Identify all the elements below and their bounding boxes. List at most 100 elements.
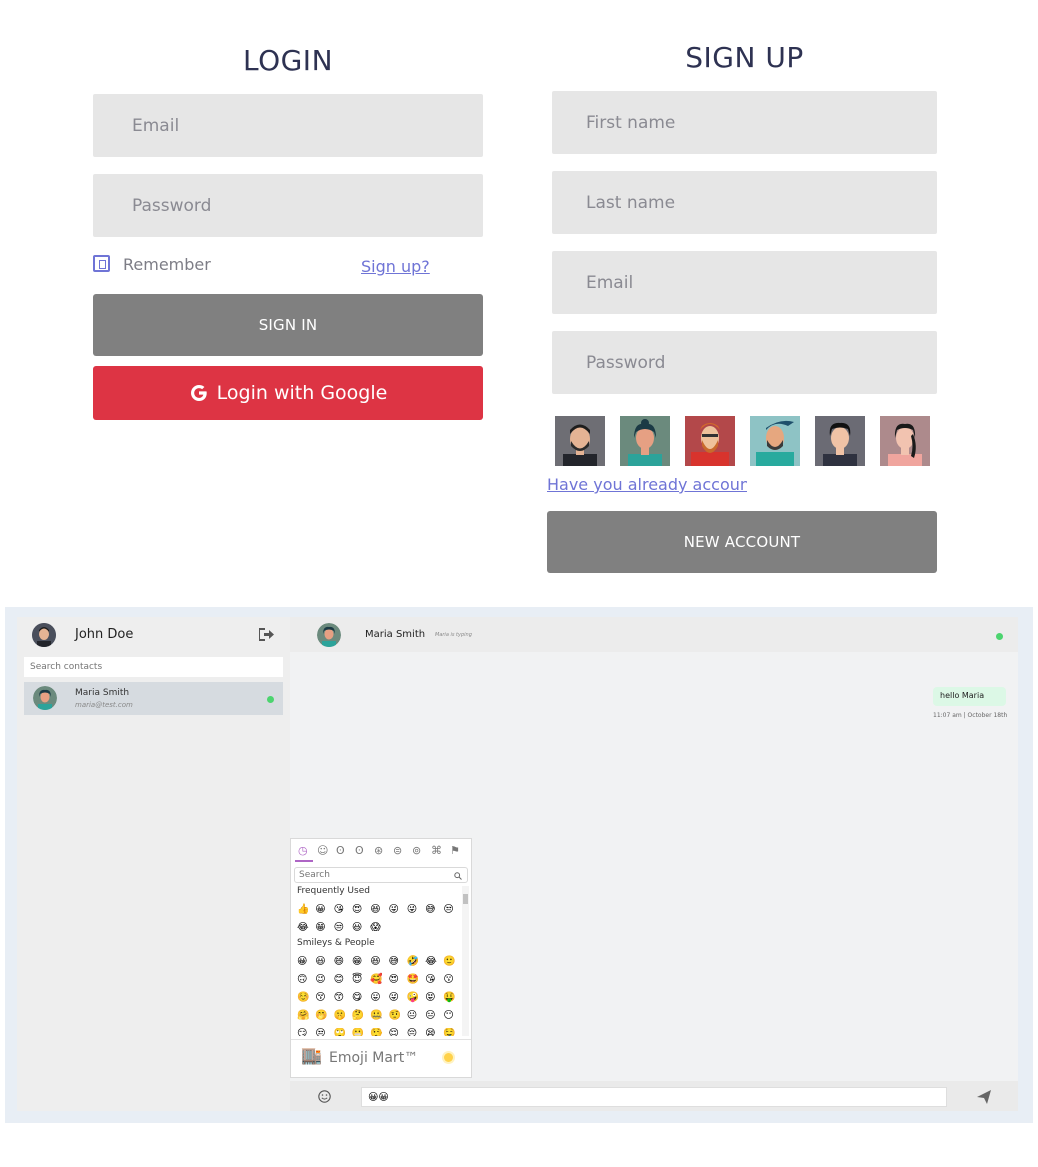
smiley-emoji[interactable]: 🤐 — [370, 1010, 382, 1022]
frequent-emoji[interactable]: 😒 — [334, 922, 344, 934]
activity-icon[interactable]: ⊛ — [374, 844, 383, 857]
avatar-option-2[interactable] — [620, 416, 670, 466]
smiley-emoji[interactable]: 😆 — [370, 956, 380, 968]
smiley-emoji[interactable]: 😁 — [352, 956, 362, 968]
smiley-emoji[interactable]: 🤔 — [352, 1010, 364, 1022]
frequent-emoji[interactable]: 😘 — [334, 904, 344, 916]
avatar-option-4[interactable] — [750, 416, 800, 466]
emoji-category-bar: ◷ ☺ ʘ ʘ ⊛ ⊜ ⊚ ⌘ ⚑ — [291, 843, 471, 861]
symbols-icon[interactable]: ⌘ — [431, 844, 442, 857]
smiley-emoji[interactable]: 😬 — [352, 1028, 364, 1036]
smiley-emoji[interactable]: 😗 — [443, 974, 453, 986]
smiley-emoji[interactable]: 😇 — [352, 974, 362, 986]
signup-password-input[interactable] — [552, 331, 937, 394]
frequent-emoji[interactable]: 😆 — [370, 904, 380, 916]
frequent-emoji[interactable]: 😃 — [352, 922, 362, 934]
smiley-emoji[interactable]: 🤥 — [370, 1028, 382, 1036]
smiley-emoji[interactable]: 😔 — [407, 1028, 417, 1036]
emoji-search-input[interactable] — [294, 867, 468, 883]
skin-tone-icon[interactable] — [444, 1053, 453, 1062]
frequent-emoji[interactable]: 😁 — [315, 922, 325, 934]
smiley-emoji[interactable]: 😀 — [297, 956, 307, 968]
emoji-scrollbar[interactable] — [462, 886, 469, 1036]
smiley-emoji[interactable]: 😜 — [389, 992, 399, 1004]
smiley-emoji[interactable]: 🙃 — [297, 974, 307, 986]
smiley-emoji[interactable]: 😝 — [425, 992, 435, 1004]
smiley-emoji[interactable]: 🤩 — [407, 974, 419, 986]
contact-item[interactable]: Maria Smith maria@test.com — [24, 682, 283, 715]
smiley-emoji[interactable]: 😛 — [370, 992, 380, 1004]
signin-button[interactable]: SIGN IN — [93, 294, 483, 356]
smiley-emoji[interactable]: 😃 — [315, 956, 325, 968]
emoji-scrollbar-thumb[interactable] — [463, 894, 468, 904]
smiley-emoji[interactable]: 😙 — [334, 992, 344, 1004]
smiley-emoji[interactable]: 😒 — [315, 1028, 325, 1036]
avatar-option-5[interactable] — [815, 416, 865, 466]
smiley-emoji[interactable]: 🥰 — [370, 974, 382, 986]
clock-icon[interactable]: ◷ — [298, 844, 308, 857]
smiley-emoji[interactable]: 😶 — [443, 1010, 453, 1022]
travel-icon[interactable]: ⊜ — [393, 844, 402, 857]
smiley-emoji[interactable]: 🤣 — [407, 956, 419, 968]
food-icon[interactable]: ʘ — [355, 844, 364, 857]
smiley-emoji[interactable]: 😌 — [389, 1028, 399, 1036]
flags-icon[interactable]: ⚑ — [450, 844, 460, 857]
avatar-option-6[interactable] — [880, 416, 930, 466]
smiley-emoji[interactable]: 🤭 — [315, 1010, 327, 1022]
frequent-emoji[interactable]: 😅 — [425, 904, 435, 916]
smiley-emoji[interactable]: 😘 — [425, 974, 435, 986]
smiley-emoji[interactable]: 😍 — [389, 974, 399, 986]
smiley-emoji[interactable]: 🤨 — [389, 1010, 401, 1022]
login-password-input[interactable] — [93, 174, 483, 237]
frequent-emoji[interactable]: 👍 — [297, 904, 309, 916]
smiley-emoji[interactable]: 🙂 — [443, 956, 455, 968]
objects-icon[interactable]: ⊚ — [412, 844, 421, 857]
remember-checkbox[interactable] — [93, 255, 110, 272]
smiley-emoji[interactable]: 😉 — [315, 974, 325, 986]
logout-icon[interactable] — [259, 628, 274, 641]
frequent-emoji[interactable]: 😂 — [297, 922, 309, 934]
search-contacts-input[interactable] — [24, 657, 283, 677]
animal-icon[interactable]: ʘ — [336, 844, 345, 857]
smiley-emoji[interactable]: 😊 — [334, 974, 344, 986]
smiley-icon[interactable]: ☺ — [317, 844, 328, 857]
message-input[interactable] — [361, 1087, 947, 1107]
smiley-emoji[interactable]: 😐 — [407, 1010, 417, 1022]
smiley-emoji[interactable]: 😋 — [352, 992, 362, 1004]
smiley-emoji[interactable]: 🤪 — [407, 992, 419, 1004]
smiley-emoji[interactable]: 😏 — [297, 1028, 307, 1036]
frequent-emoji[interactable]: 😒 — [443, 904, 453, 916]
emoji-toggle-icon[interactable] — [318, 1090, 331, 1103]
smiley-emoji[interactable]: 🙄 — [334, 1028, 346, 1036]
user-name: John Doe — [75, 627, 134, 642]
smiley-emoji[interactable]: 🤤 — [443, 1028, 455, 1036]
smiley-emoji[interactable]: 😚 — [315, 992, 325, 1004]
smiley-emoji[interactable]: 🤑 — [443, 992, 455, 1004]
google-icon — [190, 385, 207, 401]
frequent-emoji[interactable]: 😀 — [315, 904, 325, 916]
signup-firstname-input[interactable] — [552, 91, 937, 154]
new-account-button[interactable]: NEW ACCOUNT — [547, 511, 937, 573]
signup-lastname-input[interactable] — [552, 171, 937, 234]
smiley-emoji[interactable]: 😄 — [334, 956, 344, 968]
smiley-emoji[interactable]: 🤗 — [297, 1010, 309, 1022]
signup-link[interactable]: Sign up? — [361, 257, 430, 276]
frequent-emoji[interactable]: 😱 — [370, 922, 380, 934]
smiley-emoji[interactable]: 😂 — [425, 956, 437, 968]
login-email-input[interactable] — [93, 94, 483, 157]
smiley-emoji[interactable]: ☺️ — [297, 992, 309, 1004]
smiley-emoji[interactable]: 😪 — [425, 1028, 435, 1036]
frequent-emoji[interactable]: 😍 — [352, 904, 362, 916]
already-account-link[interactable]: Have you already account? — [547, 475, 747, 494]
smiley-emoji[interactable]: 🤫 — [334, 1010, 346, 1022]
frequent-emoji[interactable]: 😜 — [407, 904, 417, 916]
avatar-option-1[interactable] — [555, 416, 605, 466]
avatar-option-3[interactable] — [685, 416, 735, 466]
signup-email-input[interactable] — [552, 251, 937, 314]
smiley-emoji[interactable]: 😅 — [389, 956, 399, 968]
send-icon[interactable] — [977, 1090, 991, 1104]
smiley-emoji[interactable]: 😑 — [425, 1010, 435, 1022]
frequent-emoji[interactable]: 😜 — [389, 904, 399, 916]
google-login-button[interactable]: Login with Google — [93, 366, 483, 420]
contact-email: maria@test.com — [75, 701, 133, 709]
